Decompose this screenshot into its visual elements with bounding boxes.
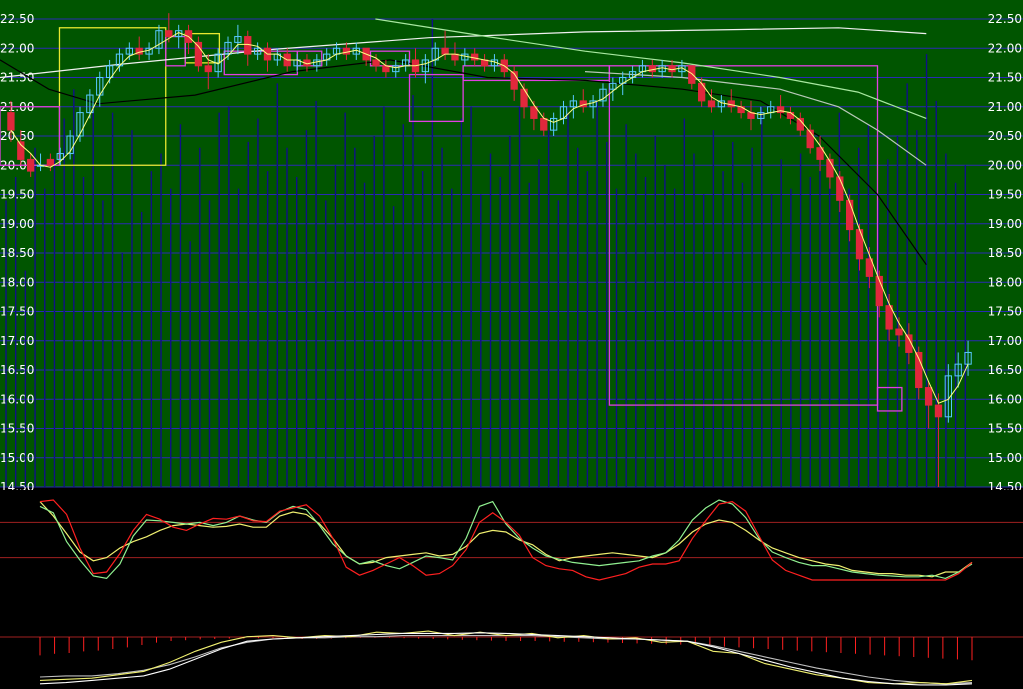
candle-body: [648, 65, 656, 73]
price-panel: 14.50 14.5015.00 15.0015.50 15.5016.00 16.00…: [0, 0, 1023, 494]
candle-body: [836, 176, 844, 201]
y-tick-label-left: 18.00: [0, 275, 34, 289]
y-tick-label-right: 19.00: [988, 217, 1022, 231]
oscillator-panel-2: [0, 600, 1023, 689]
candle-body: [441, 47, 449, 55]
y-tick-label-right: 21.50: [988, 71, 1022, 85]
y-tick-label-left: 15.00: [0, 451, 34, 465]
candle-body: [924, 387, 933, 406]
y-tick-label-left: 19.50: [0, 188, 34, 202]
candle-body: [7, 112, 15, 131]
candle-body: [934, 404, 943, 418]
y-tick-label-left: 17.50: [0, 305, 34, 319]
y-tick-label-right: 19.50: [988, 188, 1022, 202]
y-tick-label-right: 21.00: [988, 100, 1022, 114]
y-tick-label-right: 18.50: [988, 246, 1022, 260]
y-tick-label-right: 17.00: [988, 334, 1022, 348]
y-tick-label-left: 15.50: [0, 422, 34, 436]
y-tick-label-left: 16.50: [0, 363, 34, 377]
y-tick-label-right: 20.50: [988, 129, 1022, 143]
candle-body: [776, 106, 785, 114]
y-tick-label-right: 22.50: [988, 12, 1022, 26]
candle-body: [846, 199, 854, 231]
candle-body: [204, 65, 212, 73]
y-tick-label-right: 16.50: [988, 363, 1022, 377]
candle-body: [27, 158, 35, 172]
candle-body: [688, 65, 696, 84]
candle-body: [372, 59, 380, 67]
y-tick-label-right: 22.00: [988, 41, 1022, 55]
y-tick-label-left: 16.00: [0, 392, 34, 406]
y-tick-label-left: 17.00: [0, 334, 34, 348]
y-tick-label-right: 15.00: [988, 451, 1022, 465]
oscillator-2-background: [0, 600, 1023, 689]
y-tick-label-left: 22.50: [0, 12, 34, 26]
candle-body: [786, 112, 795, 119]
candle-body: [46, 158, 55, 166]
y-tick-label-right: 20.00: [988, 158, 1022, 172]
candle-body: [727, 100, 735, 108]
candle-body: [342, 47, 351, 55]
y-tick-label-right: 16.00: [988, 392, 1022, 406]
y-tick-label-right: 18.00: [988, 275, 1022, 289]
candle-body: [165, 30, 173, 38]
y-tick-label-left: 19.00: [0, 217, 34, 231]
candle-body: [471, 53, 479, 61]
y-tick-label-left: 20.50: [0, 129, 34, 143]
candle-body: [668, 65, 676, 73]
y-tick-label-right: 17.50: [988, 305, 1022, 319]
oscillator-panel-1: [0, 490, 1023, 600]
y-tick-label-left: 22.00: [0, 41, 34, 55]
candle-body: [707, 100, 716, 108]
stock-chart: 14.50 14.5015.00 15.0015.50 15.5016.00 16.00…: [0, 0, 1023, 689]
candle-body: [540, 117, 548, 131]
candle-body: [895, 328, 903, 336]
y-tick-label-right: 15.50: [988, 422, 1022, 436]
y-tick-label-left: 18.50: [0, 246, 34, 260]
oscillator-1-background: [0, 490, 1023, 600]
